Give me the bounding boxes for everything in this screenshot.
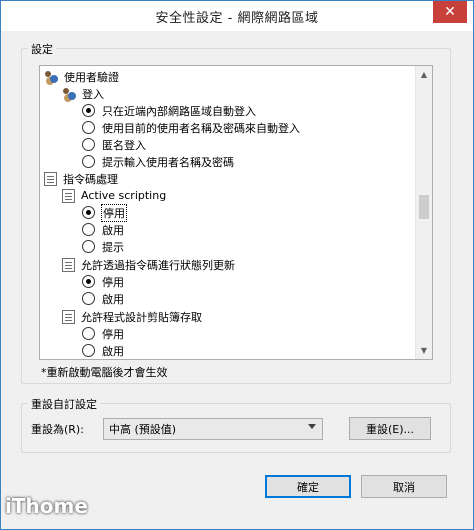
tree-item-label: 允許程式設計剪貼簿存取	[81, 310, 202, 324]
reset-level-value: 中高 (預設值)	[109, 423, 177, 436]
users-icon	[44, 69, 60, 85]
restart-note: *重新啟動電腦後才會生效	[41, 366, 168, 379]
settings-tree[interactable]: 使用者驗證 登入 只在近端內部網路區域自動登入 使用目前的使用者名稱及密碼來自動…	[39, 65, 433, 360]
tree-item-clipboard-access[interactable]: 允許程式設計剪貼簿存取	[62, 308, 202, 325]
scrollbar-thumb[interactable]	[419, 195, 429, 219]
scroll-up-icon[interactable]: ▲	[416, 66, 432, 83]
radio-active-scripting-enable[interactable]: 啟用	[82, 221, 124, 238]
tree-item-logon[interactable]: 登入	[62, 85, 104, 102]
radio-label: 啟用	[102, 223, 124, 237]
tree-item-user-auth[interactable]: 使用者驗證	[44, 68, 119, 85]
radio-label: 啟用	[102, 292, 124, 306]
radio-button[interactable]	[82, 327, 95, 340]
radio-button[interactable]	[82, 344, 95, 357]
radio-button[interactable]	[82, 121, 95, 134]
radio-button[interactable]	[82, 155, 95, 168]
tree-item-scripting[interactable]: 指令碼處理	[44, 170, 118, 187]
reset-button[interactable]: 重設(E)...	[349, 417, 431, 440]
radio-label: 停用	[102, 275, 124, 289]
radio-logon-intranet[interactable]: 只在近端內部網路區域自動登入	[82, 102, 256, 119]
reset-level-select[interactable]: 中高 (預設值)	[103, 418, 323, 440]
tree-item-label: 使用者驗證	[64, 70, 119, 84]
radio-active-scripting-disable[interactable]: 停用	[82, 203, 127, 222]
radio-button[interactable]	[82, 104, 95, 117]
script-icon	[44, 171, 57, 186]
title-bar: 安全性設定 - 網際網路區域 ✕	[1, 1, 473, 31]
radio-label: 提示	[102, 240, 124, 254]
tree-item-label: Active scripting	[81, 189, 167, 202]
radio-label: 停用	[101, 203, 127, 222]
radio-button[interactable]	[82, 292, 95, 305]
radio-label: 使用目前的使用者名稱及密碼來自動登入	[102, 121, 300, 135]
tree-item-label: 允許透過指令碼進行狀態列更新	[81, 258, 235, 272]
radio-logon-prompt[interactable]: 提示輸入使用者名稱及密碼	[82, 153, 234, 170]
script-icon	[62, 309, 75, 324]
radio-logon-current-user[interactable]: 使用目前的使用者名稱及密碼來自動登入	[82, 119, 300, 136]
ok-button[interactable]: 確定	[265, 475, 351, 498]
cancel-button[interactable]: 取消	[361, 475, 447, 498]
tree-item-label: 登入	[82, 87, 104, 101]
settings-group-legend: 設定	[28, 41, 56, 57]
vertical-scrollbar[interactable]: ▲ ▼	[415, 66, 432, 359]
radio-label: 只在近端內部網路區域自動登入	[102, 104, 256, 118]
reset-group-legend: 重設自訂設定	[28, 396, 100, 412]
scroll-down-icon[interactable]: ▼	[416, 342, 432, 359]
security-settings-dialog: 安全性設定 - 網際網路區域 ✕ 設定 使用者驗證 登入 只在近端內部網路區域自…	[0, 0, 474, 530]
radio-button[interactable]	[82, 138, 95, 151]
radio-button[interactable]	[82, 275, 95, 288]
radio-label: 匿名登入	[102, 138, 146, 152]
tree-item-active-scripting[interactable]: Active scripting	[62, 187, 166, 204]
window-title: 安全性設定 - 網際網路區域	[155, 10, 319, 26]
reset-to-label: 重設為(R):	[31, 423, 84, 436]
radio-logon-anonymous[interactable]: 匿名登入	[82, 136, 146, 153]
close-button[interactable]: ✕	[433, 1, 467, 23]
radio-clipboard-enable[interactable]: 啟用	[82, 342, 124, 359]
radio-button[interactable]	[82, 223, 95, 236]
chevron-down-icon	[308, 424, 316, 429]
radio-label: 啟用	[102, 344, 124, 358]
tree-item-status-bar-update[interactable]: 允許透過指令碼進行狀態列更新	[62, 256, 235, 273]
script-icon	[62, 188, 75, 203]
radio-label: 停用	[102, 327, 124, 341]
users-icon	[62, 86, 78, 102]
radio-button[interactable]	[82, 240, 95, 253]
radio-active-scripting-prompt[interactable]: 提示	[82, 238, 124, 255]
radio-status-bar-disable[interactable]: 停用	[82, 273, 124, 290]
radio-status-bar-enable[interactable]: 啟用	[82, 290, 124, 307]
radio-clipboard-disable[interactable]: 停用	[82, 325, 124, 342]
radio-button[interactable]	[82, 206, 95, 219]
tree-item-label: 指令碼處理	[63, 172, 118, 186]
radio-label: 提示輸入使用者名稱及密碼	[102, 155, 234, 169]
script-icon	[62, 257, 75, 272]
ithome-watermark: iThome	[5, 494, 88, 518]
